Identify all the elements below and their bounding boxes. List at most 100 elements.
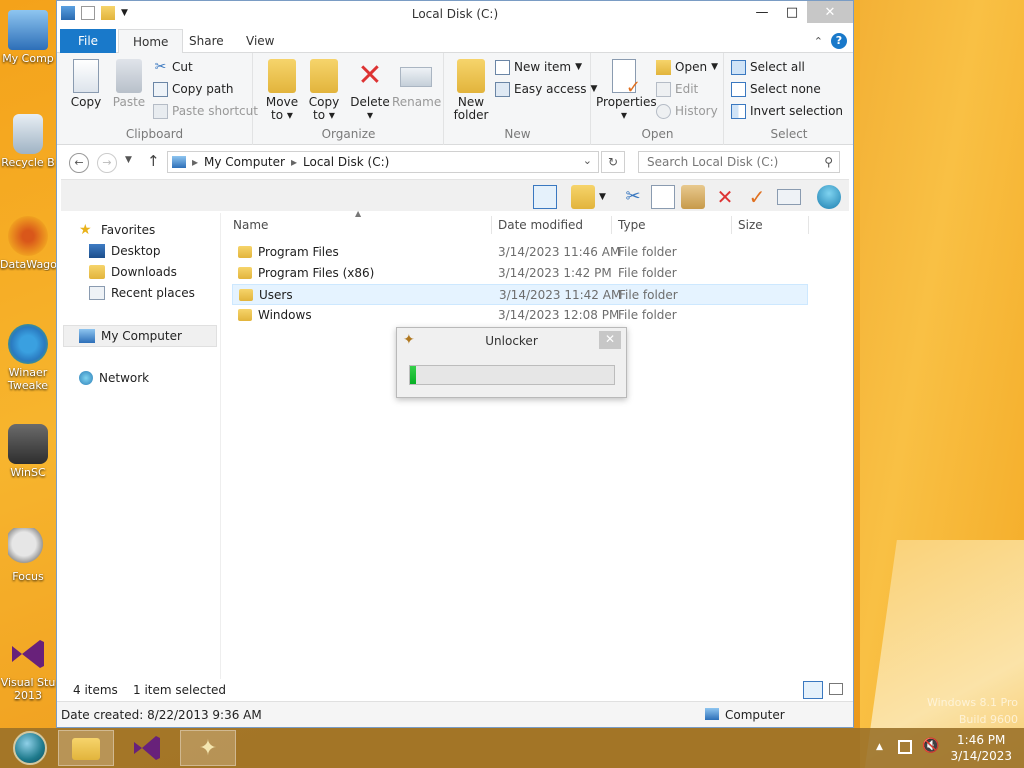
nav-downloads[interactable]: Downloads [89, 262, 177, 282]
nav-desktop[interactable]: Desktop [89, 241, 161, 261]
computer-icon [8, 10, 48, 50]
chevron-down-icon[interactable]: ▼ [599, 185, 609, 209]
back-button[interactable]: ← [69, 153, 89, 173]
paste-button[interactable]: Paste [107, 59, 151, 109]
open-button[interactable]: Open ▼ [656, 57, 718, 77]
forward-button[interactable]: → [97, 153, 117, 173]
title-bar[interactable]: ▼ Local Disk (C:) — □ ✕ [57, 1, 853, 29]
taskbar-file-explorer[interactable] [58, 730, 114, 766]
copy-path-button[interactable]: Copy path [153, 79, 234, 99]
large-icons-view-icon[interactable] [829, 683, 843, 695]
tab-view[interactable]: View [232, 29, 288, 53]
history-button[interactable]: History [656, 101, 718, 121]
edit-button[interactable]: Edit [656, 79, 698, 99]
file-date: 3/14/2023 11:42 AM [499, 288, 622, 302]
copy-button[interactable]: Copy [64, 59, 108, 109]
folder-icon [239, 289, 253, 301]
dialog-title-bar[interactable]: ✦ Unlocker ✕ [397, 328, 626, 354]
delete-icon[interactable]: ✕ [713, 185, 737, 209]
properties-check-icon[interactable]: ✓ [745, 185, 769, 209]
navigation-pane: ★ Favorites Desktop Downloads Recent pla… [57, 213, 221, 679]
tab-home[interactable]: Home [118, 29, 184, 54]
search-icon[interactable]: ⚲ [824, 152, 833, 172]
search-input[interactable]: Search Local Disk (C:) ⚲ [638, 151, 840, 173]
recent-locations-icon[interactable]: ▼ [125, 155, 132, 165]
dialog-close-button[interactable]: ✕ [599, 331, 621, 349]
file-name: Windows [258, 308, 312, 322]
table-row[interactable]: Windows 3/14/2023 12:08 PM File folder [232, 305, 808, 326]
system-clock[interactable]: 1:46 PM 3/14/2023 [950, 732, 1012, 764]
select-none-button[interactable]: Select none [731, 79, 821, 99]
folder-options-icon[interactable] [571, 185, 595, 209]
nav-my-computer[interactable]: My Computer [79, 326, 182, 346]
clock-date: 3/14/2023 [950, 749, 1012, 763]
desktop-icon-datawago[interactable]: DataWago [0, 216, 56, 271]
folder-icon [238, 309, 252, 321]
select-all-button[interactable]: Select all [731, 57, 805, 77]
taskbar-visual-studio[interactable] [120, 730, 176, 766]
table-row[interactable]: Program Files 3/14/2023 11:46 AM File fo… [232, 242, 808, 263]
column-type[interactable]: Type [611, 216, 731, 234]
desktop-icon-visual-studio[interactable]: Visual Stu 2013 [0, 634, 56, 702]
edit-icon [656, 81, 671, 97]
rename-icon[interactable] [777, 189, 801, 205]
layout-pane-icon[interactable] [533, 185, 557, 209]
delete-icon: ✕ [357, 58, 383, 93]
star-icon: ★ [79, 222, 92, 238]
folder-icon [238, 267, 252, 279]
easy-access-button[interactable]: Easy access ▼ [495, 79, 597, 99]
new-item-button[interactable]: New item ▼ [495, 57, 582, 77]
address-box[interactable]: ▸ My Computer ▸ Local Disk (C:) ⌄ [167, 151, 599, 173]
volume-muted-icon[interactable]: 🔇 [922, 738, 939, 754]
minimize-button[interactable]: — [747, 1, 777, 23]
tab-file[interactable]: File [60, 29, 116, 53]
show-hidden-icons[interactable]: ▲ [876, 742, 883, 752]
maximize-button[interactable]: □ [777, 1, 807, 23]
desktop-icon-recycle-bin[interactable]: Recycle B [0, 114, 56, 169]
nav-favorites[interactable]: ★ Favorites [79, 220, 155, 240]
properties-icon: ✓ [612, 59, 641, 97]
column-size[interactable]: Size [731, 216, 809, 234]
breadcrumb-my-computer[interactable]: My Computer [204, 155, 285, 169]
selection-count: 1 item selected [133, 683, 227, 697]
nav-recent-places[interactable]: Recent places [89, 283, 195, 303]
help-icon[interactable]: ? [831, 33, 847, 49]
cut-button[interactable]: ✂ Cut [153, 57, 193, 77]
chevron-down-icon[interactable]: ⌄ [583, 154, 592, 167]
up-icon[interactable]: ↑ [147, 152, 160, 170]
paste-shortcut-button[interactable]: Paste shortcut [153, 101, 258, 121]
details-view-icon[interactable] [803, 681, 823, 699]
copy-icon[interactable] [651, 185, 675, 209]
tab-share[interactable]: Share [175, 29, 238, 53]
desktop-icon-winscp[interactable]: WinSC [0, 424, 56, 479]
desktop-icon-winaero-tweaker[interactable]: Winaer Tweake [0, 324, 56, 392]
progress-fill [410, 366, 417, 384]
start-button[interactable] [2, 730, 58, 766]
taskbar-unlocker[interactable]: ✦ [180, 730, 236, 766]
breadcrumb-local-disk[interactable]: Local Disk (C:) [303, 155, 389, 169]
nav-network[interactable]: Network [79, 368, 149, 388]
close-button[interactable]: ✕ [807, 1, 853, 23]
shell-icon[interactable] [817, 185, 841, 209]
select-none-icon [731, 81, 746, 97]
new-folder-button[interactable]: New folder [449, 59, 493, 122]
network-tray-icon[interactable] [898, 740, 912, 754]
column-date-modified[interactable]: Date modified [491, 216, 611, 234]
rename-button[interactable]: Rename [392, 59, 441, 109]
cut-icon[interactable]: ✂ [621, 185, 645, 209]
file-date: 3/14/2023 11:46 AM [498, 245, 621, 259]
table-row[interactable]: Program Files (x86) 3/14/2023 1:42 PM Fi… [232, 263, 808, 284]
desktop-icon-my-computer[interactable]: My Comp [0, 10, 56, 65]
delete-button[interactable]: ✕ Delete ▾ [348, 59, 392, 122]
properties-button[interactable]: ✓ Properties ▾ [596, 59, 657, 122]
column-name[interactable]: Name [227, 216, 491, 234]
desktop-icon-focus[interactable]: Focus [0, 528, 56, 583]
collapse-ribbon-icon[interactable]: ⌃ [814, 35, 823, 48]
invert-selection-button[interactable]: Invert selection [731, 101, 843, 121]
clipboard-group-label: Clipboard [125, 127, 184, 141]
paste-icon[interactable] [681, 185, 705, 209]
move-to-button[interactable]: Move to ▾ [260, 59, 304, 122]
copy-to-button[interactable]: Copy to ▾ [302, 59, 346, 122]
table-row-selected[interactable]: Users 3/14/2023 11:42 AM File folder [232, 284, 808, 305]
refresh-button[interactable]: ↻ [601, 151, 625, 173]
